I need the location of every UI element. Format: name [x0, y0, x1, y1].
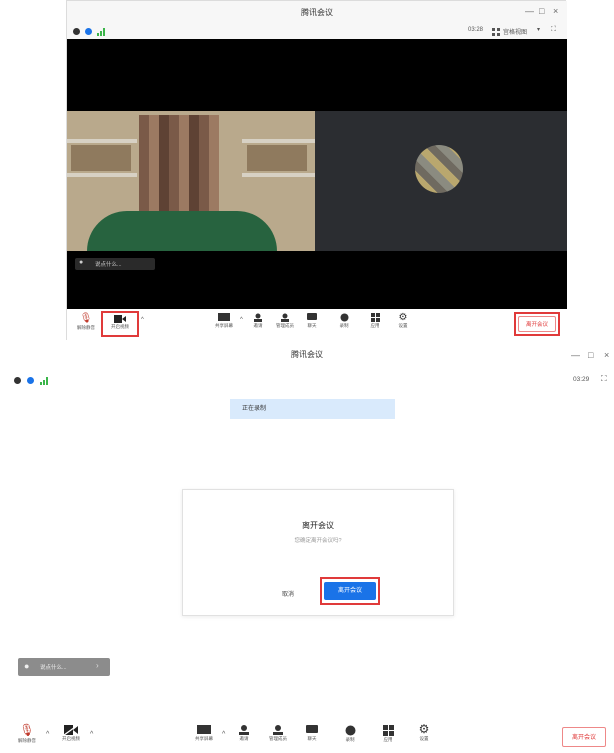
record-button[interactable]: 录制 [333, 313, 355, 329]
shield-icon[interactable] [27, 377, 34, 384]
recording-banner: 正在录制 [230, 399, 395, 419]
chat-bubble-icon: ● [79, 259, 84, 266]
chat-button[interactable]: 聊天 [301, 313, 323, 329]
chevron-right-icon[interactable]: › [96, 661, 99, 670]
close-icon[interactable]: × [553, 6, 558, 16]
leave-meeting-button[interactable]: 离开会议 [518, 316, 556, 332]
confirm-leave-button[interactable]: 离开会议 [324, 582, 376, 600]
view-mode-label[interactable]: 宫格视图 [503, 27, 527, 36]
apps-icon [382, 725, 394, 736]
leave-meeting-button[interactable]: 离开会议 [562, 727, 606, 747]
chat-prompt-text: 说点什么... [40, 665, 67, 671]
signal-icon [97, 28, 105, 36]
chevron-up-icon[interactable]: ^ [46, 731, 49, 738]
apps-icon [370, 313, 380, 322]
chat-prompt-pill[interactable]: ● 说点什么... [75, 258, 155, 270]
camera-icon [64, 725, 78, 735]
settings-icon: ⚙ [398, 312, 408, 323]
chat-prompt-text: 说点什么... [95, 262, 122, 268]
share-screen-icon [218, 313, 230, 321]
meeting-window-video-view: 腾讯会议 — □ × 03:28 宫格视图 ▾ ⛶ ● 说点什么... 🎙 解除… [66, 0, 567, 341]
settings-icon: ⚙ [418, 722, 430, 736]
invite-button[interactable]: 邀请 [247, 313, 269, 329]
chat-icon [306, 725, 318, 733]
record-icon [340, 313, 348, 322]
share-screen-button[interactable]: 共享屏幕 [209, 313, 239, 329]
video-button[interactable]: 开启视频 [56, 725, 86, 742]
info-icon[interactable] [14, 377, 21, 384]
close-icon[interactable]: × [604, 350, 609, 360]
title-bar: 腾讯会议 — □ × [67, 1, 567, 25]
fullscreen-icon[interactable]: ⛶ [601, 374, 607, 384]
chat-bubble-icon: ● [24, 661, 30, 671]
minimize-icon[interactable]: — [525, 6, 534, 16]
leave-meeting-dialog: 离开会议 您确定离开会议吗? 取消 离开会议 [182, 489, 454, 616]
meeting-toolbar: 🎙 解除静音 ^ 开启视频 ^ 共享屏幕 ^ 邀请 管理成员 聊天 录制 应用 … [0, 721, 614, 753]
maximize-icon[interactable]: □ [588, 350, 593, 360]
dialog-title: 离开会议 [302, 521, 334, 530]
grid-icon[interactable] [492, 28, 500, 36]
meeting-toolbar: 🎙 解除静音 开启视频 ^ 共享屏幕 ^ 邀请 管理成员 聊天 录制 应用 ⚙ … [67, 309, 567, 341]
record-button[interactable]: 录制 [338, 725, 362, 743]
cancel-button[interactable]: 取消 [258, 586, 318, 604]
meeting-timer: 03:28 [468, 27, 484, 33]
window-title: 腾讯会议 [291, 350, 323, 359]
shield-icon[interactable] [85, 28, 92, 35]
chat-prompt-pill[interactable]: ● 说点什么... › [18, 658, 110, 676]
signal-icon [40, 377, 48, 385]
mute-button[interactable]: 🎙 解除静音 [12, 723, 42, 744]
chevron-up-icon[interactable]: ^ [222, 731, 225, 738]
mic-icon: 🎙 [19, 723, 35, 737]
camera-icon [114, 315, 126, 323]
participant-video-tile[interactable] [67, 111, 315, 251]
invite-icon [254, 313, 262, 322]
pixelated-face [139, 115, 219, 215]
avatar [415, 145, 463, 193]
minimize-icon[interactable]: — [571, 350, 580, 360]
members-icon [273, 725, 283, 735]
share-screen-icon [197, 725, 211, 734]
video-button[interactable]: 开启视频 [101, 311, 139, 337]
info-icon[interactable] [73, 28, 80, 35]
chevron-down-icon[interactable]: ▾ [537, 26, 540, 33]
chevron-up-icon[interactable]: ^ [90, 731, 93, 738]
chat-button[interactable]: 聊天 [300, 725, 324, 742]
chevron-up-icon[interactable]: ^ [240, 317, 243, 323]
video-area: ● 说点什么... [67, 39, 567, 309]
settings-button[interactable]: ⚙ 设置 [392, 313, 414, 329]
share-screen-button[interactable]: 共享屏幕 [188, 725, 220, 742]
mic-icon: 🎙 [79, 313, 93, 324]
apps-button[interactable]: 应用 [376, 725, 400, 743]
maximize-icon[interactable]: □ [539, 6, 544, 16]
invite-button[interactable]: 邀请 [232, 725, 256, 742]
mute-button[interactable]: 🎙 解除静音 [73, 313, 99, 331]
info-bar: 03:28 宫格视图 ▾ ⛶ [67, 25, 567, 39]
meeting-window-leave-dialog: 腾讯会议 — □ × 03:29 ⛶ 正在录制 离开会议 您确定离开会议吗? 取… [0, 348, 614, 753]
chat-icon [307, 313, 317, 320]
confirm-button-highlight: 离开会议 [320, 577, 380, 605]
members-button[interactable]: 管理成员 [272, 313, 298, 329]
apps-button[interactable]: 应用 [364, 313, 386, 329]
chevron-up-icon[interactable]: ^ [141, 317, 144, 323]
settings-button[interactable]: ⚙ 设置 [412, 722, 436, 742]
window-title: 腾讯会议 [301, 8, 333, 17]
members-button[interactable]: 管理成员 [264, 725, 292, 742]
leave-button-highlight: 离开会议 [514, 312, 560, 336]
invite-icon [239, 725, 249, 735]
record-icon [345, 725, 355, 736]
members-icon [281, 313, 289, 322]
participant-avatar-tile[interactable] [315, 111, 567, 251]
meeting-timer: 03:29 [573, 376, 590, 383]
fullscreen-icon[interactable]: ⛶ [551, 26, 556, 34]
dialog-message: 您确定离开会议吗? [294, 538, 342, 544]
